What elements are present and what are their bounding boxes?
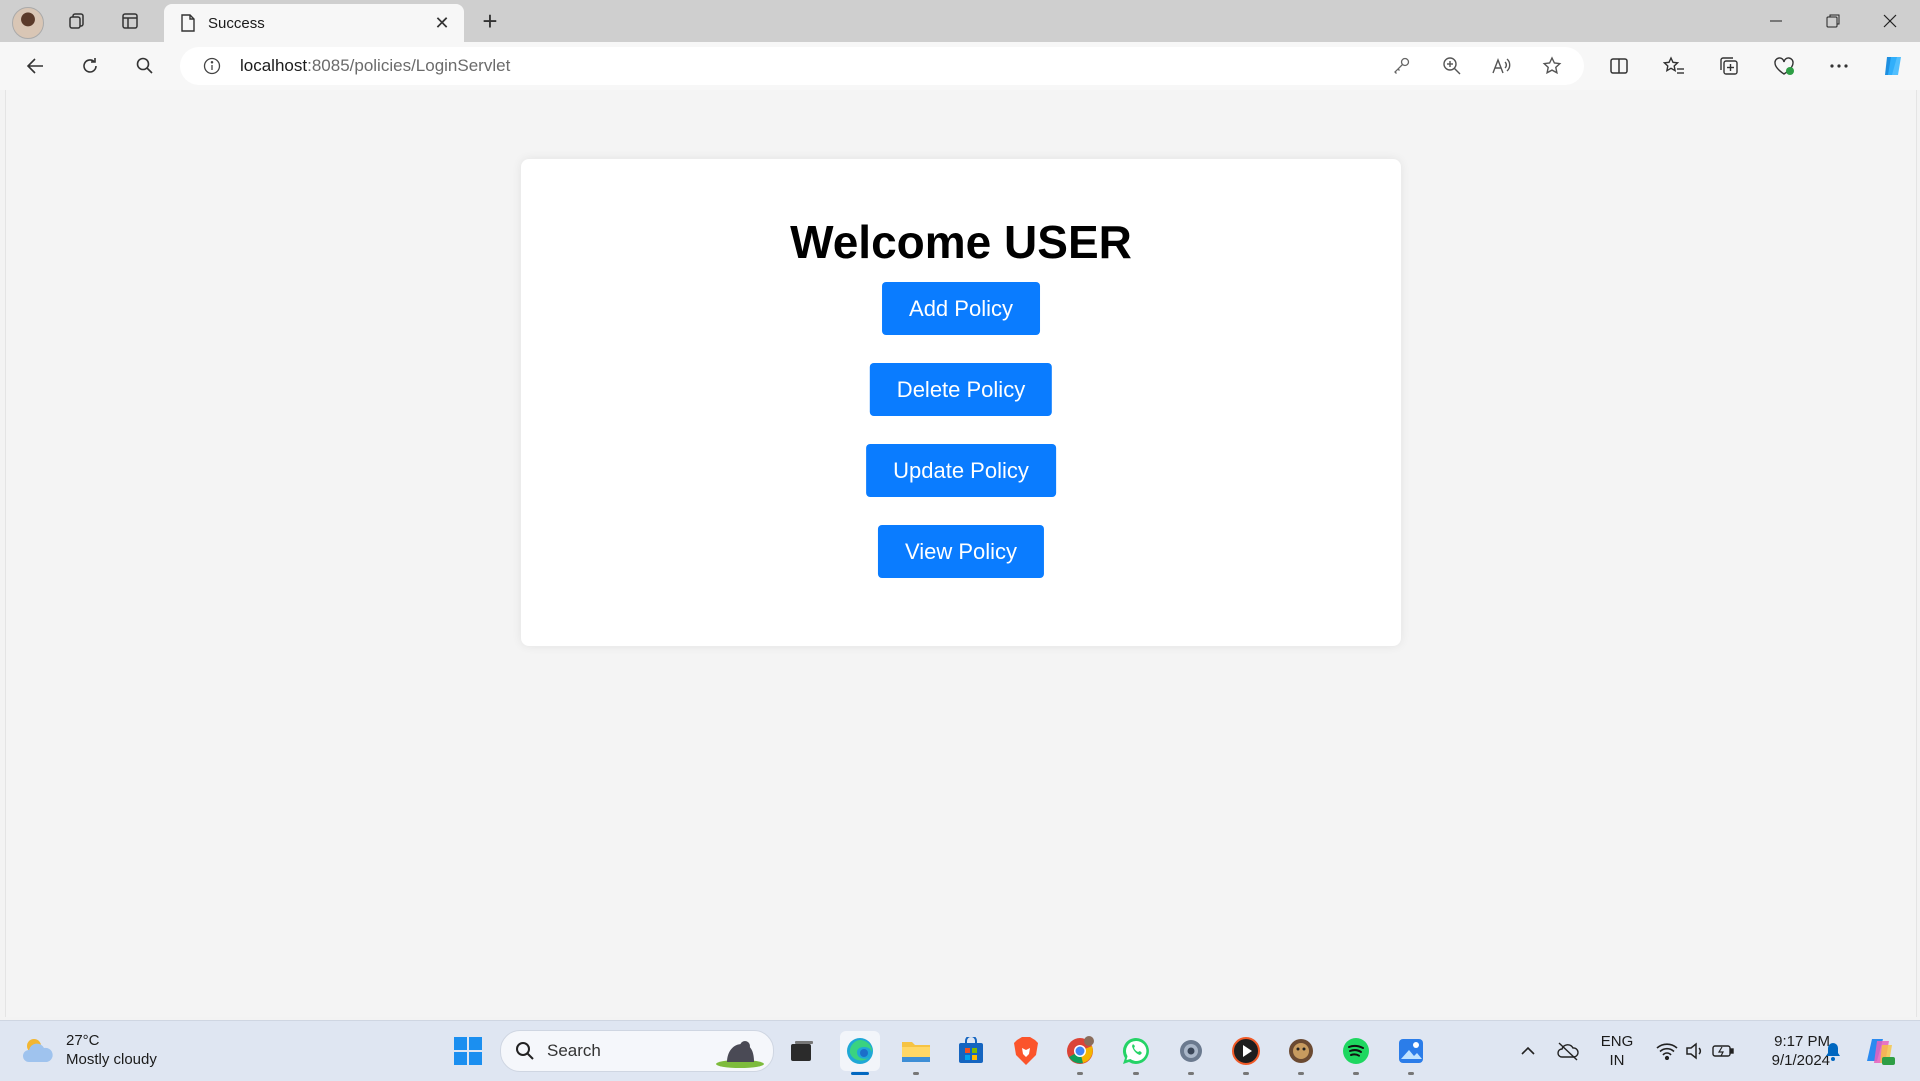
wifi-icon[interactable] (1652, 1031, 1682, 1071)
url-host: localhost (240, 56, 308, 75)
weather-widget[interactable]: 27°C Mostly cloudy (20, 1031, 157, 1069)
spotify-icon[interactable] (1336, 1031, 1376, 1075)
collections-icon[interactable] (1712, 49, 1746, 83)
running-indicator (1408, 1072, 1414, 1075)
split-screen-icon[interactable] (1602, 49, 1636, 83)
active-indicator (851, 1072, 869, 1075)
file-explorer-icon[interactable] (896, 1031, 936, 1075)
weather-condition: Mostly cloudy (66, 1051, 157, 1068)
delete-policy-button[interactable]: Delete Policy (869, 363, 1053, 416)
volume-icon[interactable] (1680, 1031, 1710, 1071)
battery-charging-icon[interactable] (1708, 1031, 1738, 1071)
update-policy-button[interactable]: Update Policy (866, 444, 1056, 497)
settings-icon[interactable] (1171, 1031, 1211, 1075)
running-indicator (1298, 1072, 1304, 1075)
edge-icon[interactable] (840, 1031, 880, 1075)
url-text: localhost:8085/policies/LoginServlet (240, 56, 510, 76)
tab-title: Success (208, 14, 265, 32)
page-title: Welcome USER (790, 216, 1132, 268)
running-indicator (1077, 1072, 1083, 1075)
running-indicator (1133, 1072, 1139, 1075)
copilot-icon[interactable] (1877, 49, 1911, 83)
minimize-button[interactable] (1748, 0, 1804, 42)
show-hidden-icons-chevron-icon[interactable] (1508, 1031, 1548, 1071)
workspaces-icon[interactable] (57, 4, 97, 38)
running-indicator (1243, 1072, 1249, 1075)
tab-success[interactable]: Success ✕ (164, 4, 464, 42)
search-label: Search (547, 1041, 601, 1060)
tab-strip: Success ✕ + (0, 0, 1920, 42)
whatsapp-icon[interactable] (1116, 1031, 1156, 1075)
app-icon[interactable] (1281, 1031, 1321, 1075)
running-indicator (1353, 1072, 1359, 1075)
zoom-icon[interactable] (1435, 49, 1469, 83)
favorites-icon[interactable] (1657, 49, 1691, 83)
site-info-icon[interactable] (202, 56, 222, 76)
chrome-icon[interactable] (1060, 1031, 1100, 1075)
running-indicator (913, 1072, 919, 1075)
close-window-button[interactable] (1862, 0, 1918, 42)
microsoft-store-icon[interactable] (951, 1031, 991, 1071)
taskbar: 27°C Mostly cloudy Search ENG IN 9:17 PM… (0, 1020, 1920, 1081)
restore-button[interactable] (1805, 0, 1861, 42)
cloudy-weather-icon (23, 1039, 53, 1062)
language-region: IN (1609, 1052, 1625, 1069)
profile-avatar[interactable] (12, 7, 44, 39)
browser-toolbar: localhost:8085/policies/LoginServlet (0, 42, 1920, 90)
url-path: :8085/policies/LoginServlet (307, 56, 511, 75)
add-policy-button[interactable]: Add Policy (882, 282, 1040, 335)
taskbar-search[interactable]: Search (500, 1030, 774, 1072)
copilot-taskbar-icon[interactable] (1860, 1031, 1900, 1071)
welcome-card: Welcome USER Add Policy Delete Policy Up… (521, 159, 1401, 646)
onedrive-icon[interactable] (1548, 1031, 1588, 1071)
refresh-icon[interactable] (73, 49, 107, 83)
weather-temp: 27°C (66, 1032, 100, 1049)
favorite-star-icon[interactable] (1535, 49, 1569, 83)
password-key-icon[interactable] (1385, 49, 1419, 83)
search-icon[interactable] (128, 49, 162, 83)
search-icon (516, 1042, 534, 1060)
page-icon (178, 13, 198, 33)
view-policy-button[interactable]: View Policy (877, 525, 1045, 578)
language-code: ENG (1600, 1033, 1634, 1050)
windows-start-icon[interactable] (448, 1031, 488, 1071)
new-tab-button[interactable]: + (470, 4, 510, 38)
task-view-icon[interactable] (782, 1031, 822, 1071)
running-indicator (1188, 1072, 1194, 1075)
close-tab-icon[interactable]: ✕ (430, 11, 454, 35)
notification-bell-icon[interactable] (1816, 1031, 1850, 1071)
media-player-icon[interactable] (1226, 1031, 1266, 1075)
page-viewport: Welcome USER Add Policy Delete Policy Up… (5, 90, 1917, 1017)
back-icon[interactable] (18, 49, 52, 83)
language-indicator[interactable]: ENG IN (1594, 1032, 1640, 1070)
more-options-icon[interactable] (1822, 49, 1856, 83)
vertical-tabs-icon[interactable] (110, 4, 150, 38)
browser-essentials-icon[interactable] (1767, 49, 1801, 83)
address-bar[interactable]: localhost:8085/policies/LoginServlet (180, 47, 1584, 85)
search-highlight-gorilla-icon (716, 1041, 764, 1068)
brave-icon[interactable] (1006, 1031, 1046, 1071)
photos-icon[interactable] (1391, 1031, 1431, 1075)
read-aloud-icon[interactable] (1485, 49, 1519, 83)
